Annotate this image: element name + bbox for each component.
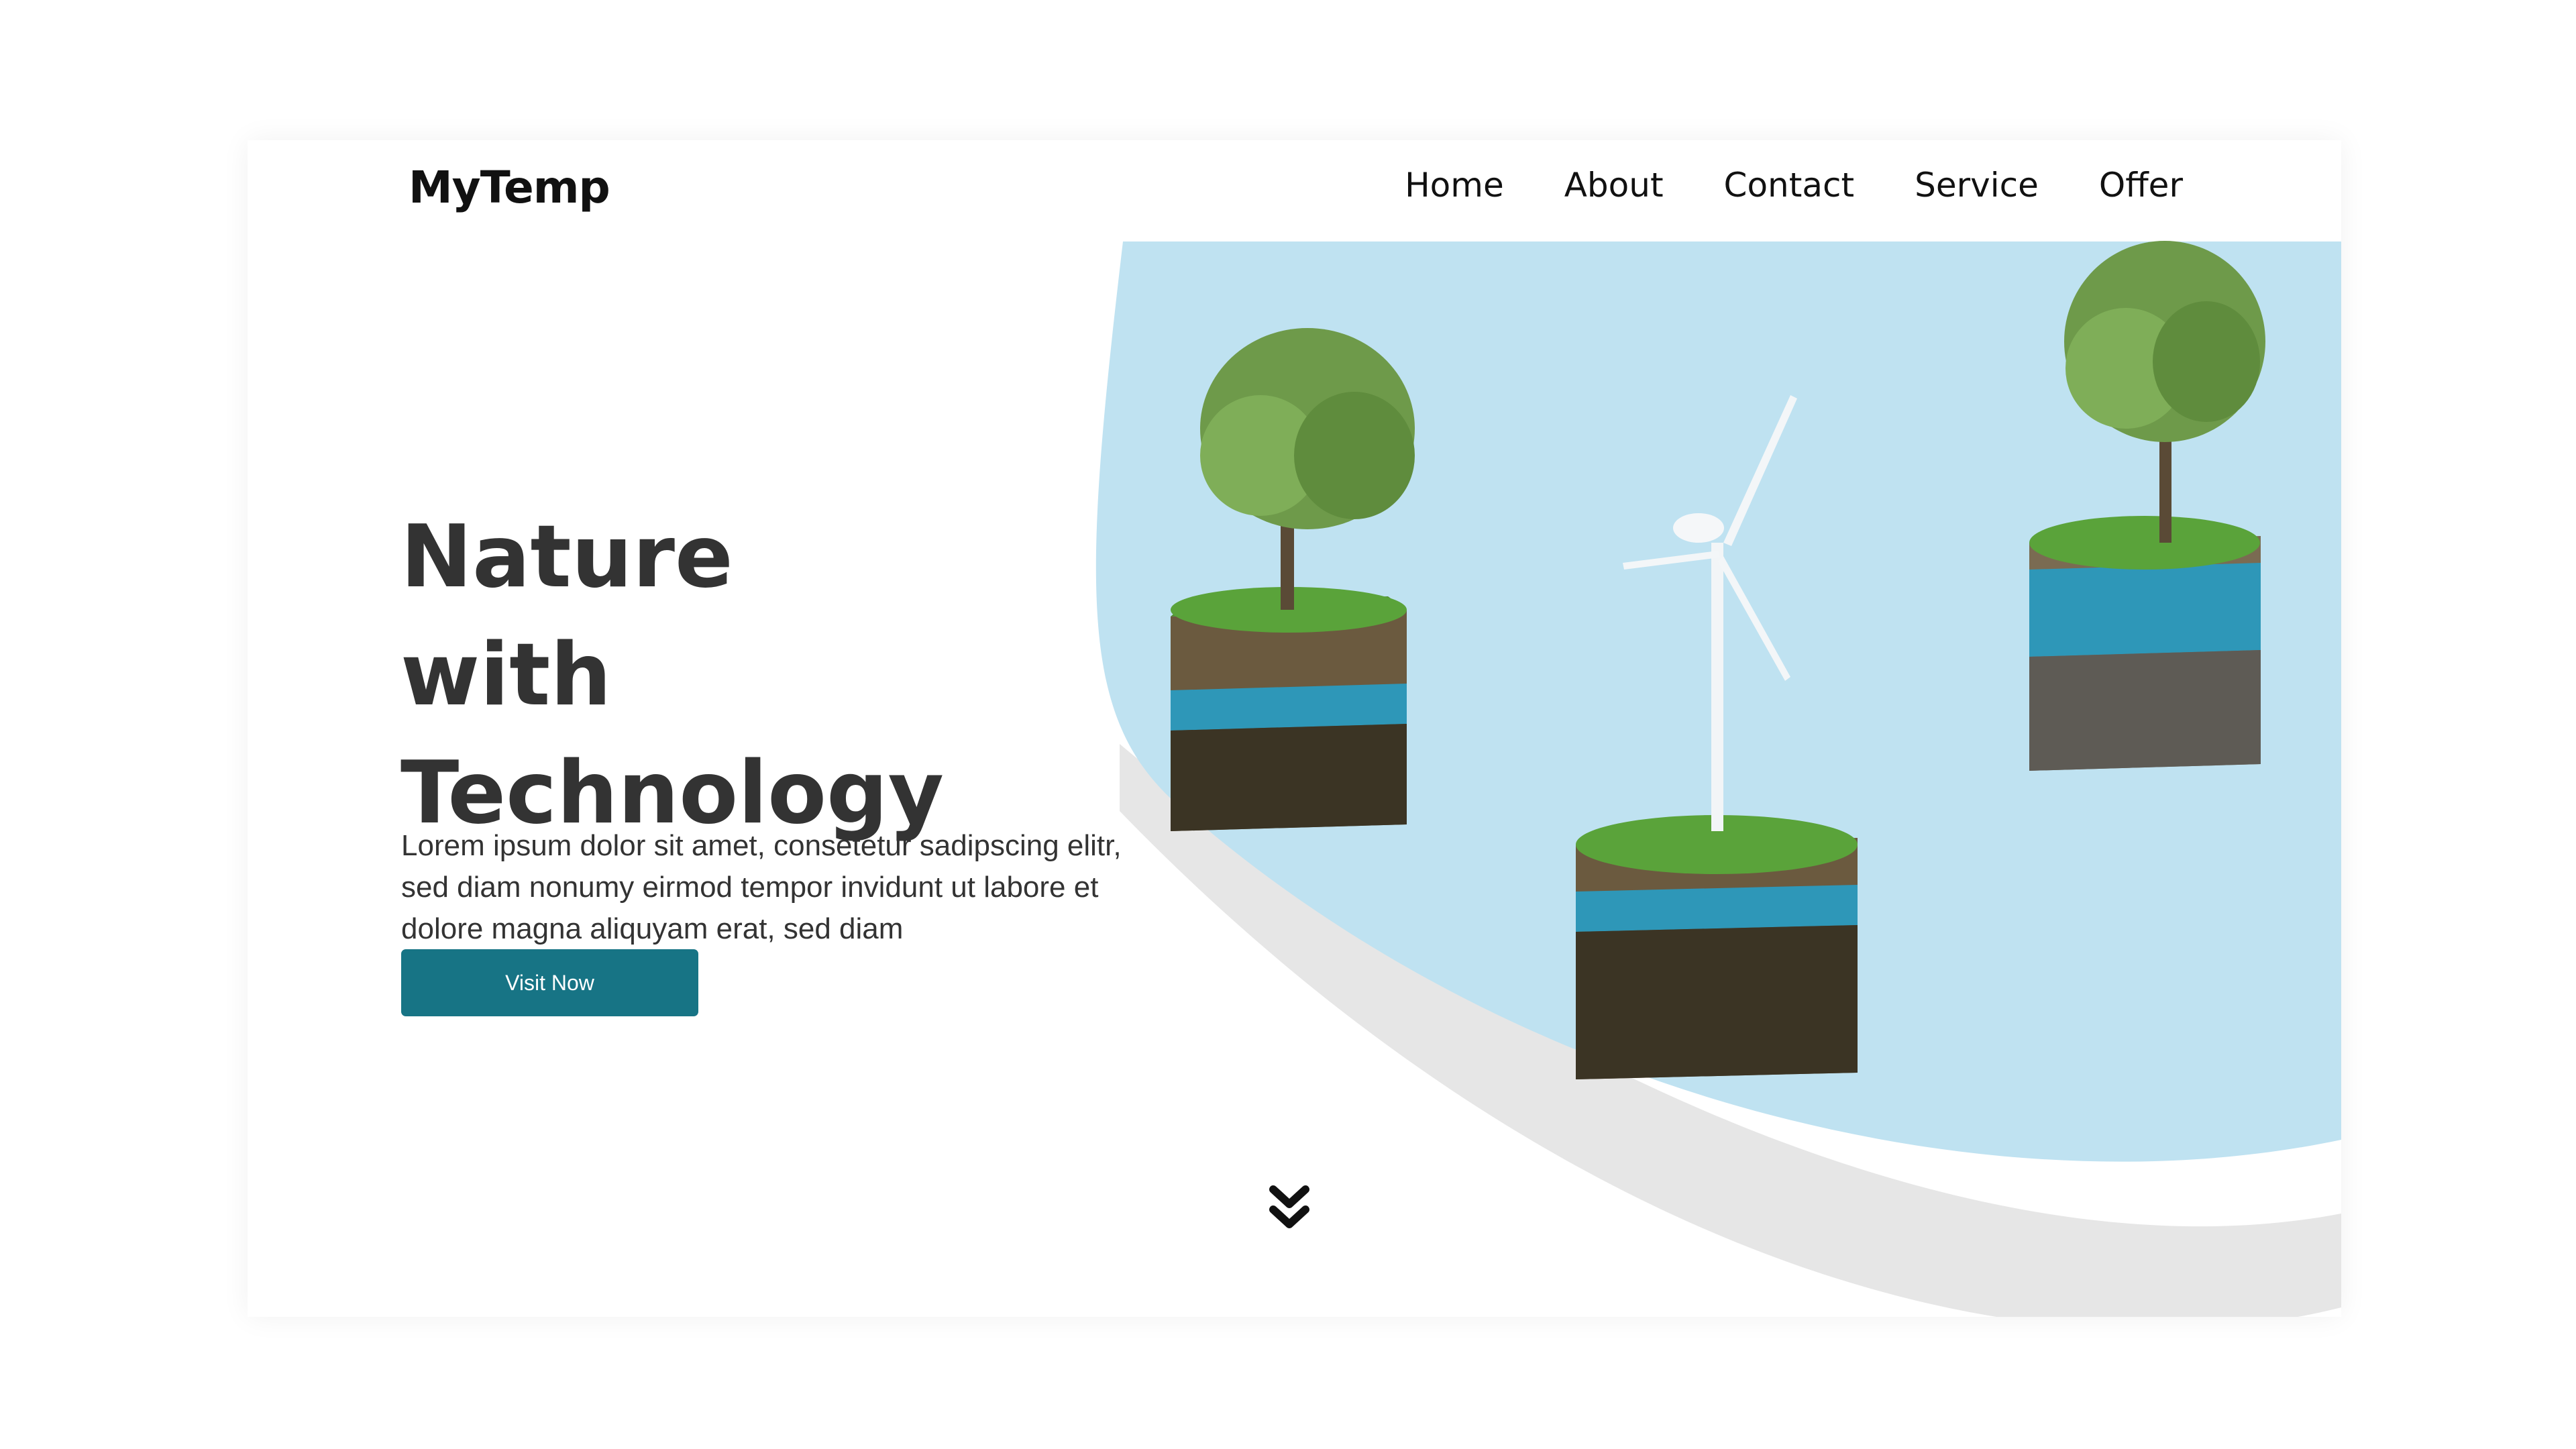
soil-cube-left xyxy=(1171,587,1407,831)
site-logo[interactable]: MyTemp xyxy=(409,162,610,213)
visit-now-button[interactable]: Visit Now xyxy=(401,949,698,1016)
hero-description: Lorem ipsum dolor sit amet, consetetur s… xyxy=(401,829,1122,945)
hero-title-line-2: with xyxy=(400,625,612,725)
nav-about[interactable]: About xyxy=(1564,166,1664,205)
scroll-down-button[interactable] xyxy=(1274,1187,1314,1234)
soil-cube-center xyxy=(1576,815,1858,1079)
nav-contact[interactable]: Contact xyxy=(1724,166,1855,205)
main-nav: Home About Contact Service Offer xyxy=(1405,166,2183,205)
nav-service[interactable]: Service xyxy=(1915,166,2039,205)
nav-offer[interactable]: Offer xyxy=(2099,166,2183,205)
landing-card: MyTemp Home About Contact Service Offer … xyxy=(248,140,2341,1317)
hero-title: Nature with Technology xyxy=(400,498,944,853)
nav-home[interactable]: Home xyxy=(1405,166,1504,205)
soil-cube-right xyxy=(2029,516,2261,771)
hero-title-line-1: Nature xyxy=(400,506,733,607)
